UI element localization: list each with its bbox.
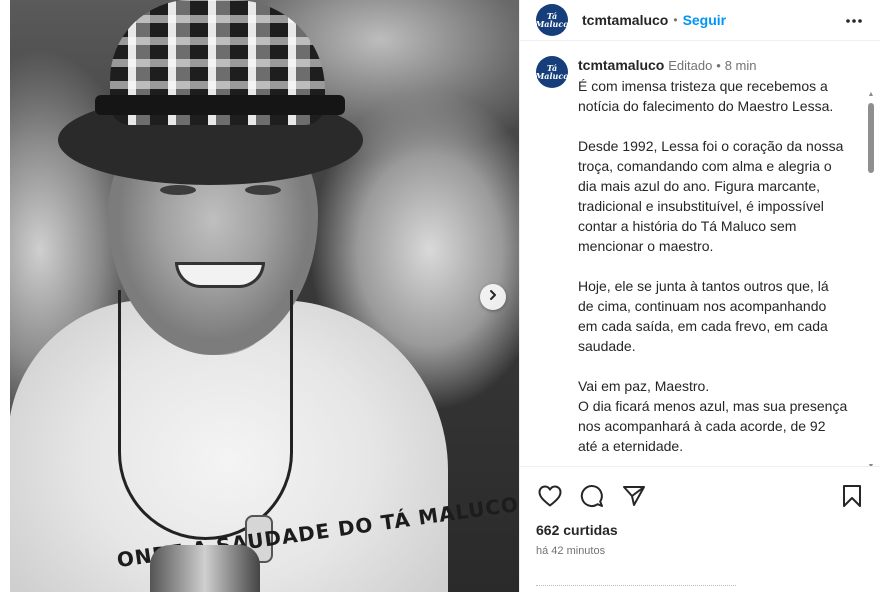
caption-paragraph: É com imensa tristeza que recebemos a no…: [578, 78, 834, 114]
scroll-down-icon[interactable]: ▼: [867, 463, 875, 466]
more-options-button[interactable]: [842, 8, 866, 32]
avatar[interactable]: Tá Maluco: [535, 4, 569, 36]
caption-paragraph: Desde 1992, Lessa foi o coração da nossa…: [578, 138, 844, 254]
comment-icon: [580, 484, 604, 513]
like-button[interactable]: [536, 484, 564, 512]
scroll-up-icon[interactable]: ▲: [867, 91, 875, 99]
follow-button[interactable]: Seguir: [683, 12, 727, 28]
photo-eye-left: [160, 185, 196, 195]
caption-scroll-area[interactable]: Tá Maluco tcmtamaluco Editado • 8 min É …: [520, 41, 880, 467]
photo-left-edge: [0, 0, 10, 592]
caption-scrollbar[interactable]: ▲ ▼: [867, 91, 875, 466]
comment-button[interactable]: [578, 484, 606, 512]
share-button[interactable]: [620, 484, 648, 512]
photo-can: [150, 545, 260, 592]
avatar-logo-text: Tá Maluco: [535, 11, 569, 29]
heart-icon: [538, 485, 562, 512]
bookmark-icon: [842, 484, 862, 513]
post-header: Tá Maluco tcmtamaluco • Seguir: [520, 0, 880, 41]
send-icon: [622, 485, 646, 512]
add-comment-area[interactable]: [536, 585, 736, 587]
carousel-next-button[interactable]: [480, 284, 506, 310]
header-separator: •: [673, 13, 678, 27]
caption-paragraph: Hoje, ele se junta à tantos outros que, …: [578, 278, 829, 354]
caption: Tá Maluco tcmtamaluco Editado • 8 min É …: [520, 41, 880, 456]
caption-separator: •: [716, 58, 721, 73]
post-actions: [536, 484, 866, 512]
caption-avatar[interactable]: Tá Maluco: [535, 56, 569, 88]
more-horizontal-icon: [845, 11, 863, 29]
caption-time[interactable]: 8 min: [725, 58, 757, 73]
chevron-right-icon: [487, 288, 499, 306]
post-side-panel: Tá Maluco tcmtamaluco • Seguir Tá Maluco…: [519, 0, 880, 592]
header-username-link[interactable]: tcmtamaluco: [582, 12, 668, 28]
caption-paragraph: Vai em paz, Maestro.: [578, 378, 710, 394]
post-timestamp[interactable]: há 42 minutos: [536, 545, 605, 557]
post-image[interactable]: ONDE A SAUDADE DO TÁ MALUCO: [0, 0, 519, 592]
photo-eye-right: [245, 185, 281, 195]
scrollbar-thumb[interactable]: [868, 103, 874, 173]
caption-body: tcmtamaluco Editado • 8 min É com imensa…: [578, 55, 848, 456]
save-button[interactable]: [838, 484, 866, 512]
caption-paragraph: O dia ficará menos azul, mas sua presenç…: [578, 398, 848, 454]
caption-username-link[interactable]: tcmtamaluco: [578, 57, 664, 73]
photo-hat-band: [95, 95, 345, 115]
photo-smile: [175, 262, 265, 288]
likes-count[interactable]: 662 curtidas: [536, 522, 618, 538]
edited-label: Editado: [668, 58, 713, 73]
caption-avatar-logo-text: Tá Maluco: [535, 63, 569, 81]
photo-lanyard: [118, 290, 293, 540]
